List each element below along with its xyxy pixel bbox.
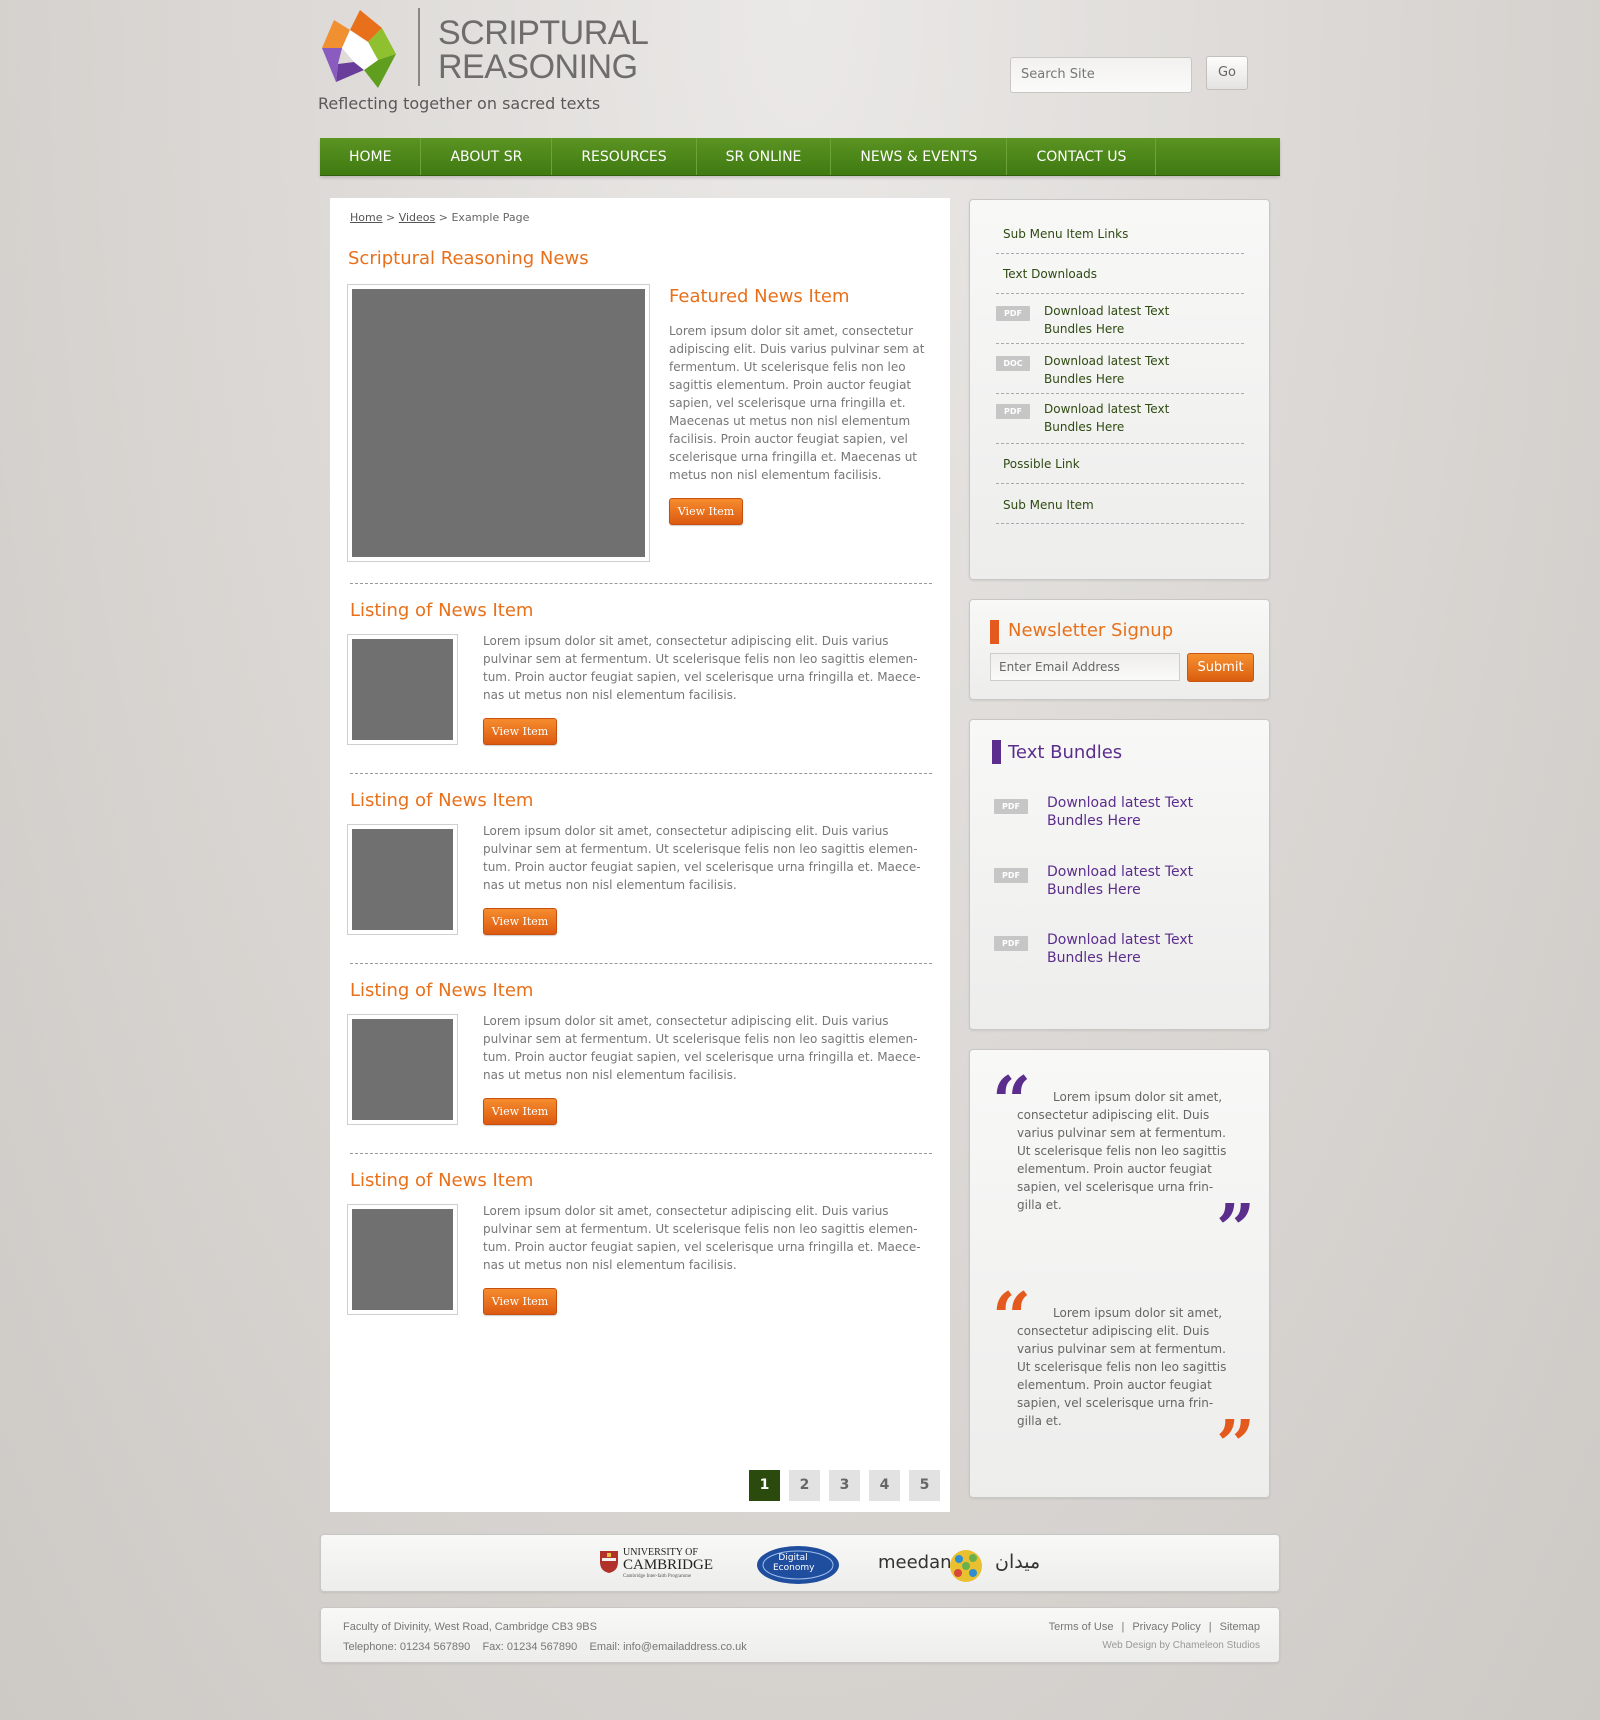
footer-links: Terms of Use | Privacy Policy | Sitemap	[1049, 1621, 1260, 1633]
pdf-icon: PDF	[994, 936, 1028, 951]
testimonials-box: “ Lorem ipsum dolor sit amet, consectetu…	[969, 1049, 1270, 1498]
pdf-icon: PDF	[996, 306, 1030, 321]
breadcrumb-videos-link[interactable]: Videos	[399, 211, 436, 224]
listing-title: Listing of News Item	[350, 600, 534, 621]
page-4-button[interactable]: 4	[869, 1470, 900, 1501]
submenu-item[interactable]: Text Downloads	[996, 254, 1244, 294]
digital-economy-logo[interactable]: Digital Economy	[755, 1543, 841, 1587]
featured-image[interactable]	[347, 284, 650, 562]
breadcrumb-home-link[interactable]: Home	[350, 211, 382, 224]
email-field[interactable]: Enter Email Address	[990, 653, 1180, 681]
page-3-button[interactable]: 3	[829, 1470, 860, 1501]
page-5-button[interactable]: 5	[909, 1470, 940, 1501]
divider	[350, 583, 932, 584]
listing-view-item-button[interactable]: View Item	[483, 908, 557, 935]
testimonial-text: Lorem ipsum dolor sit amet, consectetur …	[1017, 1090, 1227, 1212]
newsletter-box: Newsletter Signup Enter Email Address Su…	[969, 599, 1270, 700]
breadcrumb: Home > Videos > Example Page	[350, 211, 529, 224]
text-bundles-title: Text Bundles	[1008, 742, 1123, 763]
listing-text: Lorem ipsum dolor sit amet, consectetur …	[483, 824, 921, 892]
submenu-item[interactable]: Sub Menu Item Links	[996, 220, 1244, 254]
logo-wordmark: SCRIPTURAL REASONING	[438, 14, 649, 86]
text-bundle-download-link[interactable]: Download latest Text Bundles Here	[1047, 794, 1247, 830]
footer-separator: |	[1121, 1621, 1125, 1633]
listing-title: Listing of News Item	[350, 1170, 534, 1191]
meedan-mosaic-icon	[950, 1550, 982, 1582]
search-go-button[interactable]: Go	[1206, 56, 1248, 90]
close-quote-icon: ”	[1216, 1406, 1256, 1486]
nav-item-sr-online[interactable]: SR ONLINE	[697, 138, 832, 175]
main-content: Home > Videos > Example Page Scriptural …	[330, 198, 950, 1512]
submenu-item[interactable]: Possible Link	[996, 444, 1244, 484]
featured-title: Featured News Item	[669, 286, 850, 307]
nav-item-contact-us[interactable]: CONTACT US	[1007, 138, 1157, 175]
nav-item-home[interactable]: HOME	[320, 138, 422, 175]
submenu-box: Sub Menu Item Links Text Downloads PDF D…	[969, 199, 1270, 580]
footer-contact: Telephone: 01234 567890 Fax: 01234 56789…	[343, 1641, 747, 1653]
featured-text: Lorem ipsum dolor sit amet, consectetur …	[669, 324, 925, 482]
nav-item-resources[interactable]: RESOURCES	[552, 138, 697, 175]
pdf-icon: PDF	[994, 799, 1028, 814]
page-1-button[interactable]: 1	[749, 1470, 780, 1501]
cambridge-crest-icon	[600, 1551, 618, 1573]
testimonial-text: Lorem ipsum dolor sit amet, consectetur …	[1017, 1306, 1227, 1428]
section-title: Scriptural Reasoning News	[348, 248, 589, 269]
listing-thumbnail[interactable]	[347, 824, 458, 935]
pdf-icon: PDF	[996, 404, 1030, 419]
partners-bar: UNIVERSITY OF CAMBRIDGE Cambridge Inter-…	[320, 1534, 1280, 1592]
submenu-download-item[interactable]: DOC Download latest Text Bundles Here	[996, 344, 1244, 394]
close-quote-icon: ”	[1216, 1190, 1256, 1270]
site-logo[interactable]: SCRIPTURAL REASONING Reflecting together…	[318, 6, 649, 116]
text-bundles-accent-bar	[992, 740, 1001, 764]
submenu-download-item[interactable]: PDF Download latest Text Bundles Here	[996, 294, 1244, 344]
pagination: 1 2 3 4 5	[740, 1470, 940, 1501]
search-input[interactable]: Search Site	[1010, 57, 1192, 93]
nav-item-about-sr[interactable]: ABOUT SR	[421, 138, 553, 175]
listing-title: Listing of News Item	[350, 980, 534, 1001]
listing-view-item-button[interactable]: View Item	[483, 718, 557, 745]
footer-credit-link[interactable]: Web Design by Chameleon Studios	[1102, 1640, 1260, 1651]
cambridge-logo[interactable]: UNIVERSITY OF CAMBRIDGE Cambridge Inter-…	[599, 1547, 723, 1583]
listing-text: Lorem ipsum dolor sit amet, consectetur …	[483, 1204, 921, 1272]
listing-title: Listing of News Item	[350, 790, 534, 811]
text-bundle-download-link[interactable]: Download latest Text Bundles Here	[1047, 931, 1247, 967]
listing-thumbnail[interactable]	[347, 1014, 458, 1125]
listing-text: Lorem ipsum dolor sit amet, consectetur …	[483, 1014, 921, 1082]
submenu-item[interactable]: Sub Menu Item	[996, 484, 1244, 524]
newsletter-submit-button[interactable]: Submit	[1187, 653, 1254, 682]
privacy-policy-link[interactable]: Privacy Policy	[1132, 1621, 1200, 1633]
sitemap-link[interactable]: Sitemap	[1220, 1621, 1260, 1633]
terms-of-use-link[interactable]: Terms of Use	[1049, 1621, 1114, 1633]
logo-emblem-icon	[322, 10, 396, 88]
footer-separator: |	[1208, 1621, 1212, 1633]
site-tagline: Reflecting together on sacred texts	[318, 94, 601, 113]
logo-divider	[418, 8, 420, 86]
meedan-logo[interactable]: meedan ميدان	[878, 1549, 1058, 1583]
nav-item-news-events[interactable]: NEWS & EVENTS	[831, 138, 1008, 175]
main-nav: HOME ABOUT SR RESOURCES SR ONLINE NEWS &…	[320, 138, 1280, 176]
breadcrumb-separator: >	[382, 211, 399, 224]
text-bundles-box: Text Bundles PDF Download latest Text Bu…	[969, 719, 1270, 1030]
listing-view-item-button[interactable]: View Item	[483, 1098, 557, 1125]
breadcrumb-current: Example Page	[451, 211, 530, 224]
submenu-download-item[interactable]: PDF Download latest Text Bundles Here	[996, 394, 1244, 444]
listing-thumbnail[interactable]	[347, 1204, 458, 1315]
newsletter-accent-bar	[990, 620, 999, 644]
divider	[350, 773, 932, 774]
footer-address: Faculty of Divinity, West Road, Cambridg…	[343, 1621, 597, 1633]
divider	[350, 963, 932, 964]
page-2-button[interactable]: 2	[789, 1470, 820, 1501]
newsletter-title: Newsletter Signup	[1008, 620, 1174, 641]
text-bundle-download-link[interactable]: Download latest Text Bundles Here	[1047, 863, 1247, 899]
footer: Faculty of Divinity, West Road, Cambridg…	[320, 1607, 1280, 1663]
divider	[350, 1153, 932, 1154]
listing-thumbnail[interactable]	[347, 634, 458, 745]
pdf-icon: PDF	[994, 868, 1028, 883]
doc-icon: DOC	[996, 356, 1030, 371]
listing-view-item-button[interactable]: View Item	[483, 1288, 557, 1315]
listing-text: Lorem ipsum dolor sit amet, consectetur …	[483, 634, 921, 702]
breadcrumb-separator: >	[435, 211, 452, 224]
featured-view-item-button[interactable]: View Item	[669, 498, 743, 525]
